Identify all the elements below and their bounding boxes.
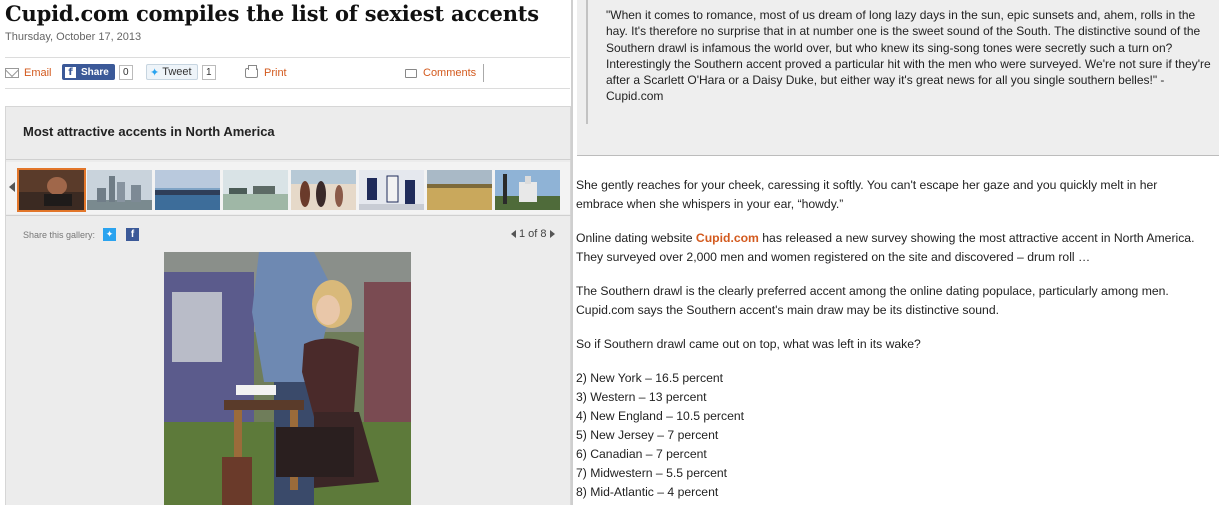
divider xyxy=(6,215,571,216)
cupid-link[interactable]: Cupid.com xyxy=(696,231,759,245)
gallery-thumbnail[interactable] xyxy=(291,170,356,210)
gallery-thumbnail[interactable] xyxy=(155,170,220,210)
paragraph: So if Southern drawl came out on top, wh… xyxy=(576,337,921,351)
facebook-icon: f xyxy=(65,66,76,78)
email-label: Email xyxy=(24,67,52,79)
list-item: 7) Midwestern – 5.5 percent xyxy=(576,466,728,480)
article-headline: Cupid.com compiles the list of sexiest a… xyxy=(5,1,539,26)
gallery-thumbnail[interactable] xyxy=(495,170,560,210)
email-link[interactable]: Email xyxy=(5,64,52,82)
twitter-icon[interactable]: ✦ xyxy=(103,228,117,241)
article-date: Thursday, October 17, 2013 xyxy=(5,31,142,43)
tweet-count: 1 xyxy=(202,65,216,80)
ranking-list: 2) New York – 16.5 percent 3) Western – … xyxy=(576,369,1206,502)
tweet-label: Tweet xyxy=(162,66,192,78)
list-item: 8) Mid-Atlantic – 4 percent xyxy=(576,485,719,499)
gallery-main-photo xyxy=(164,252,411,505)
list-item: 6) Canadian – 7 percent xyxy=(576,447,707,461)
list-item: 2) New York – 16.5 percent xyxy=(576,371,724,385)
paragraph: She gently reaches for your cheek, cares… xyxy=(576,178,1158,211)
list-item: 3) Western – 13 percent xyxy=(576,390,707,404)
gallery-title: Most attractive accents in North America xyxy=(23,124,275,139)
list-item: 5) New Jersey – 7 percent xyxy=(576,428,719,442)
comment-bubble-icon xyxy=(405,68,417,78)
share-gallery: Share this gallery: ✦ f xyxy=(23,228,140,241)
gallery-thumbnail[interactable] xyxy=(359,170,424,210)
divider xyxy=(5,88,570,89)
facebook-share-button[interactable]: f Share xyxy=(62,64,115,80)
gallery-pager: 1 of 8 xyxy=(511,228,555,240)
share-label: Share xyxy=(81,66,109,78)
envelope-icon xyxy=(5,68,19,78)
paragraph: The Southern drawl is the clearly prefer… xyxy=(576,284,1169,317)
printer-icon xyxy=(245,65,258,78)
thumb-prev-arrow-icon[interactable] xyxy=(9,182,15,192)
share-count: 0 xyxy=(119,65,133,80)
divider xyxy=(5,57,570,58)
list-item: 4) New England – 10.5 percent xyxy=(576,409,745,423)
gallery-thumbnail[interactable] xyxy=(223,170,288,210)
twitter-bird-icon: ✦ xyxy=(150,66,160,79)
print-label: Print xyxy=(264,67,287,79)
left-article-pane: Cupid.com compiles the list of sexiest a… xyxy=(0,0,571,505)
facebook-icon[interactable]: f xyxy=(126,228,140,241)
share-toolbar: Email f Share 0 ✦ Tweet 1 Print Comments xyxy=(5,64,570,82)
pager-prev-icon[interactable] xyxy=(511,230,516,238)
paragraph-text: Online dating website xyxy=(576,231,696,245)
gallery-thumbnail[interactable] xyxy=(87,170,152,210)
pager-next-icon[interactable] xyxy=(549,230,555,238)
thumbnail-strip xyxy=(6,162,570,214)
pager-label: 1 of 8 xyxy=(519,228,547,240)
print-link[interactable]: Print xyxy=(245,64,287,82)
comments-label: Comments xyxy=(423,67,477,79)
toolbar-separator xyxy=(483,64,484,82)
paragraph: Online dating website Cupid.com has rele… xyxy=(576,229,1206,267)
gallery-thumbnail[interactable] xyxy=(17,168,86,212)
divider xyxy=(6,159,571,160)
right-article-pane: "When it comes to romance, most of us dr… xyxy=(571,0,1219,505)
photo-gallery: Most attractive accents in North America xyxy=(5,106,571,505)
pull-quote: "When it comes to romance, most of us dr… xyxy=(606,8,1211,104)
gallery-thumbnail[interactable] xyxy=(427,170,492,210)
pull-quote-box: "When it comes to romance, most of us dr… xyxy=(577,0,1219,156)
share-gallery-label: Share this gallery: xyxy=(23,229,96,240)
comments-link[interactable]: Comments xyxy=(405,64,476,82)
article-body: She gently reaches for your cheek, cares… xyxy=(576,176,1206,502)
quote-bar xyxy=(586,0,588,124)
tweet-button[interactable]: ✦ Tweet xyxy=(146,64,198,80)
